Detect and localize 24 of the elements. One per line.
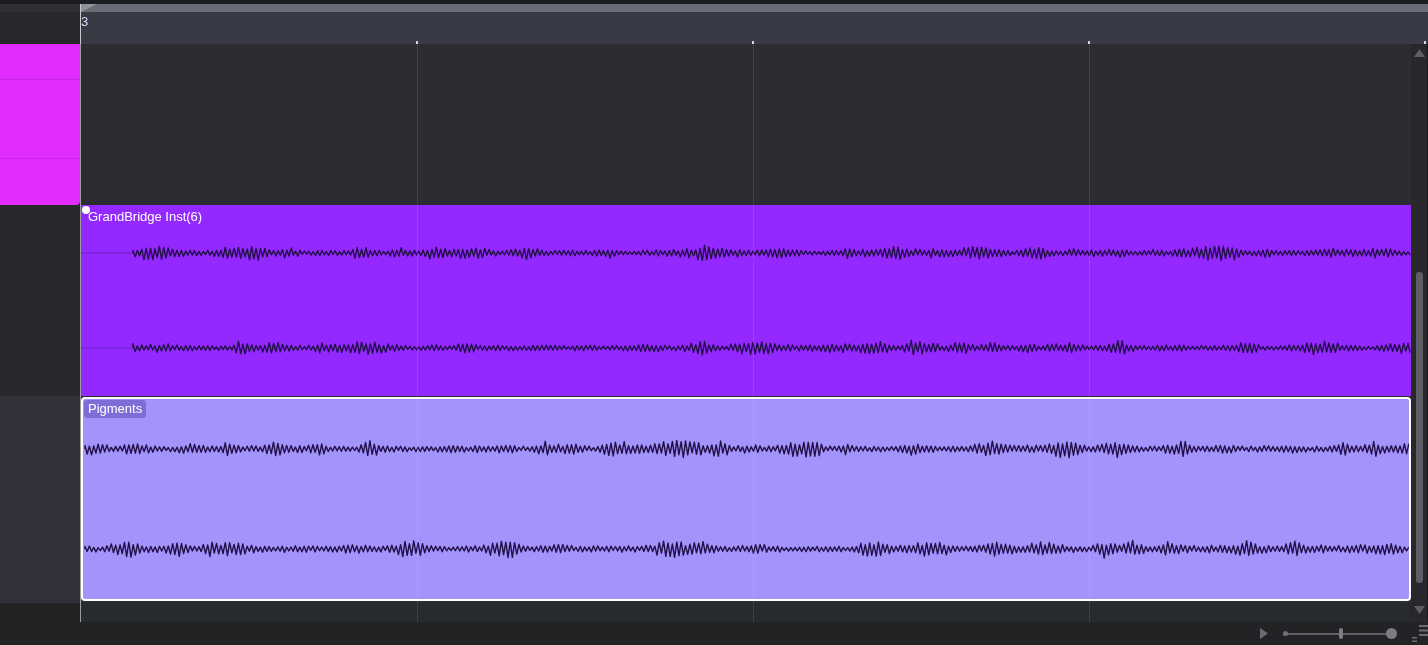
zoom-slider-track[interactable] bbox=[1283, 627, 1397, 640]
audio-region[interactable]: GrandBridge Inst(6) bbox=[81, 205, 1411, 396]
bar-number: 3 bbox=[81, 13, 89, 29]
play-icon[interactable] bbox=[1260, 628, 1268, 639]
ruler-tick bbox=[752, 41, 754, 44]
scroll-down-icon[interactable] bbox=[1413, 606, 1425, 614]
slider-end-icon[interactable] bbox=[1386, 628, 1397, 639]
scroll-up-icon[interactable] bbox=[1413, 49, 1425, 57]
locator-flag-icon[interactable] bbox=[81, 4, 97, 12]
ruler-tick bbox=[1088, 41, 1090, 44]
resize-grip-icon[interactable] bbox=[1412, 637, 1417, 642]
fade-handle-icon[interactable] bbox=[82, 206, 90, 214]
slider-start-icon bbox=[1283, 631, 1288, 636]
menu-icon[interactable] bbox=[1419, 625, 1428, 636]
audio-region[interactable]: Pigments bbox=[81, 397, 1411, 601]
ruler-tick bbox=[1424, 41, 1426, 44]
zoom-slider-thumb[interactable] bbox=[1339, 628, 1344, 639]
vertical-scrollbar[interactable] bbox=[1411, 44, 1427, 622]
timeline-ruler[interactable]: 3 bbox=[80, 4, 1428, 44]
clip-block[interactable] bbox=[0, 44, 80, 205]
ruler-tick bbox=[416, 41, 418, 44]
scrollbar-thumb[interactable] bbox=[1415, 272, 1423, 583]
region-name: Pigments bbox=[84, 400, 147, 418]
region-name: GrandBridge Inst(6) bbox=[88, 209, 203, 225]
